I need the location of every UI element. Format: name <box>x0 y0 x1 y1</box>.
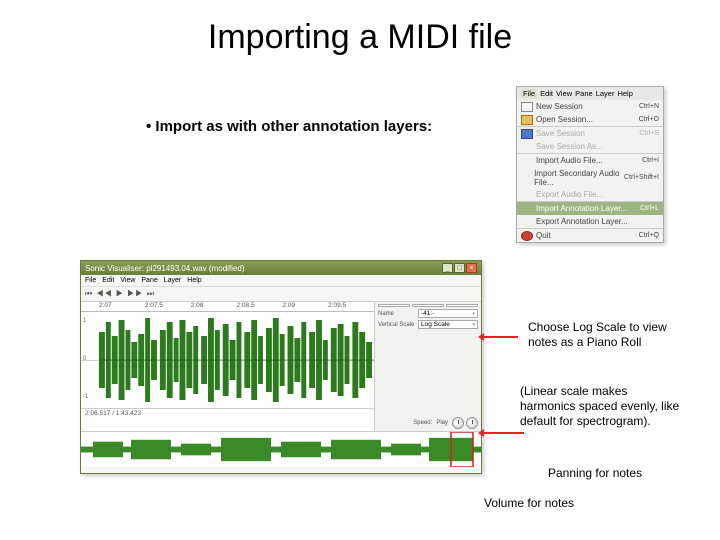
volume-dial[interactable] <box>466 417 478 429</box>
minimize-button[interactable]: _ <box>442 263 453 273</box>
menu-item[interactable]: Save Session As... <box>517 140 663 153</box>
menubar: FileEditViewPaneLayerHelp <box>517 87 663 100</box>
speed-label: Speed: <box>413 420 432 426</box>
arrow-to-scale <box>480 336 518 338</box>
bullet-import: Import as with other annotation layers: <box>146 118 432 135</box>
app-window: Sonic Visualiser: pl291493.04.wav (modif… <box>80 260 482 474</box>
scale-label: Vertical Scale <box>378 322 416 328</box>
side-tabs[interactable] <box>378 304 478 307</box>
slide-title: Importing a MIDI file <box>0 0 720 65</box>
app-menu-item[interactable]: File <box>85 277 96 284</box>
transport-controls[interactable]: ⏮ ◀◀ ▶ ▶▶ ⏭ <box>85 289 155 299</box>
overview-pane[interactable] <box>81 431 481 467</box>
name-select[interactable]: -41:- <box>418 309 478 318</box>
note-log-scale: Choose Log Scale to view notes as a Pian… <box>528 320 678 350</box>
maximize-button[interactable]: □ <box>454 263 465 273</box>
menubar-item[interactable]: Help <box>617 89 632 98</box>
note-panning: Panning for notes <box>548 466 642 481</box>
menubar-item[interactable]: Layer <box>596 89 615 98</box>
note-volume: Volume for notes <box>484 496 574 511</box>
titlebar: Sonic Visualiser: pl291493.04.wav (modif… <box>81 261 481 275</box>
time-readout: 2:06.517 / 1:43.423 <box>85 410 141 417</box>
vertical-scale-select[interactable]: Log Scale <box>418 320 478 329</box>
play-label: Play <box>436 420 448 426</box>
app-menubar: File Edit View Pane Layer Help <box>85 277 202 284</box>
menubar-item[interactable]: File <box>521 89 537 98</box>
time-ruler: 2:072:07.52:082:08.52:092:09.5 <box>81 302 374 312</box>
menu-item[interactable]: Save SessionCtrl+S <box>517 126 663 140</box>
note-linear-scale: (Linear scale makes harmonics spaced eve… <box>520 384 680 429</box>
menu-item[interactable]: Export Audio File... <box>517 188 663 201</box>
menu-item[interactable]: QuitCtrl+Q <box>517 228 663 242</box>
menu-item[interactable]: Open Session...Ctrl+O <box>517 113 663 126</box>
menu-item[interactable]: Import Annotation Layer...Ctrl+L <box>517 201 663 215</box>
menu-item[interactable]: Export Annotation Layer... <box>517 215 663 228</box>
menu-item[interactable]: Import Secondary Audio File...Ctrl+Shift… <box>517 167 663 188</box>
menubar-item[interactable]: View <box>556 89 572 98</box>
app-menu-item[interactable]: Help <box>187 277 201 284</box>
side-tab[interactable] <box>378 304 410 307</box>
app-menu-item[interactable]: Pane <box>141 277 157 284</box>
menu-item[interactable]: Import Audio File...Ctrl+I <box>517 153 663 167</box>
menu-item[interactable]: New SessionCtrl+N <box>517 100 663 113</box>
arrow-to-dials <box>480 432 524 434</box>
app-menu-item[interactable]: View <box>120 277 135 284</box>
side-tab[interactable] <box>412 304 444 307</box>
app-toolbar: File Edit View Pane Layer Help <box>81 275 481 286</box>
side-tab[interactable] <box>446 304 478 307</box>
app-menu-item[interactable]: Edit <box>102 277 114 284</box>
app-menu-item[interactable]: Layer <box>164 277 182 284</box>
window-title: Sonic Visualiser: pl291493.04.wav (modif… <box>85 264 245 273</box>
file-menu-dropdown: FileEditViewPaneLayerHelp New SessionCtr… <box>516 86 664 243</box>
waveform-pane[interactable]: 2:072:07.52:082:08.52:092:09.5 10-1 <box>81 301 375 431</box>
name-label: Name <box>378 311 416 317</box>
footer-row: 2:06.517 / 1:43.423 <box>81 408 374 418</box>
menubar-item[interactable]: Pane <box>575 89 593 98</box>
close-button[interactable]: × <box>466 263 477 273</box>
menubar-item[interactable]: Edit <box>540 89 553 98</box>
pan-dial[interactable] <box>452 417 464 429</box>
side-panel: Name -41:- Vertical Scale Log Scale Spee… <box>375 301 481 431</box>
